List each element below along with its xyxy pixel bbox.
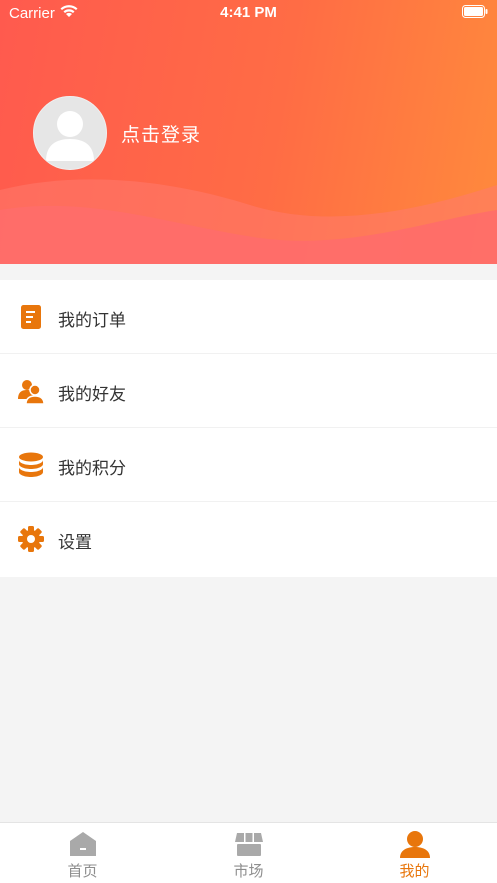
tab-label: 首页 [67, 862, 98, 880]
tab-label: 市场 [233, 862, 264, 880]
points-icon [19, 452, 43, 477]
menu-item-settings[interactable]: 设置 [0, 502, 497, 577]
gear-icon [18, 526, 44, 552]
store-icon [235, 833, 263, 856]
tab-bar: 首页 市场 我的 [0, 822, 497, 883]
friends-icon [18, 380, 45, 405]
menu-item-label: 我的好友 [58, 385, 126, 405]
home-icon [70, 832, 96, 856]
avatar[interactable] [33, 96, 107, 170]
login-link[interactable]: 点击登录 [121, 120, 201, 147]
user-icon [400, 831, 430, 858]
status-bar: Carrier 4:41 PM [0, 0, 497, 26]
menu-item-label: 我的订单 [58, 311, 126, 331]
menu-item-points[interactable]: 我的积分 [0, 428, 497, 502]
menu-item-friends[interactable]: 我的好友 [0, 354, 497, 428]
menu-item-orders[interactable]: 我的订单 [0, 280, 497, 354]
menu-list: 我的订单 我的好友 我的积分 设置 [0, 280, 497, 577]
order-icon [21, 305, 41, 329]
profile-header: Carrier 4:41 PM 点击登录 [0, 0, 497, 264]
battery-icon [462, 5, 488, 18]
tab-market[interactable]: 市场 [166, 823, 331, 883]
tab-label: 我的 [399, 862, 430, 880]
menu-item-label: 设置 [58, 533, 92, 553]
status-time: 4:41 PM [220, 4, 277, 21]
tab-home[interactable]: 首页 [0, 823, 165, 883]
default-avatar-icon [46, 111, 94, 161]
menu-item-label: 我的积分 [58, 459, 126, 479]
tab-mine[interactable]: 我的 [332, 823, 497, 883]
